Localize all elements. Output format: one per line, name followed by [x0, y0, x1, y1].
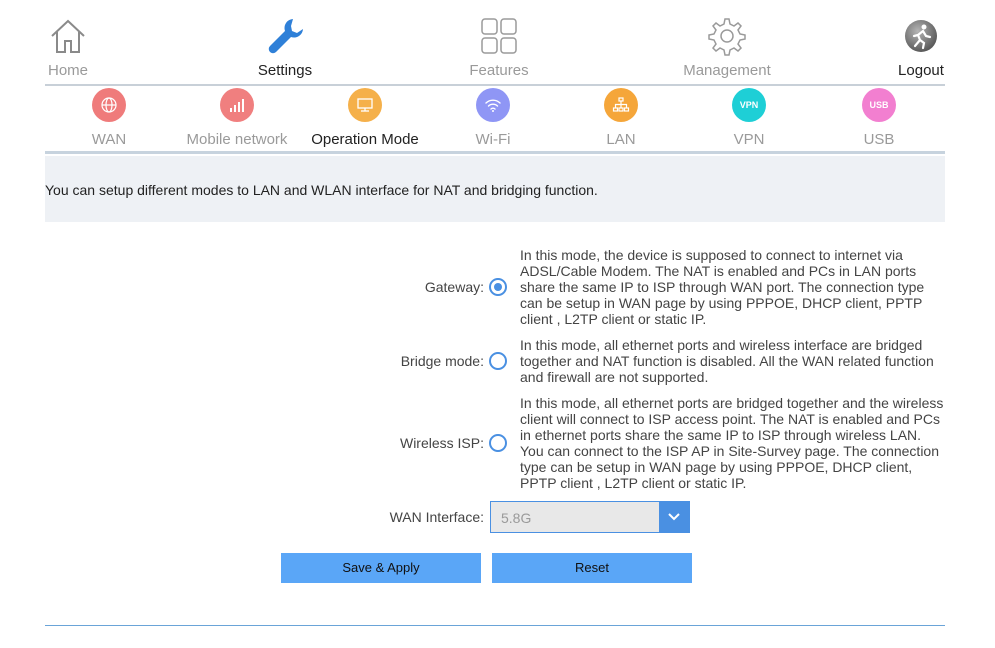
subnav-wifi[interactable]: Wi-Fi [429, 88, 557, 148]
subnav-mobile-label: Mobile network [186, 131, 288, 148]
wireless-isp-label: Wireless ISP: [399, 435, 484, 451]
wan-interface-select[interactable]: 5.8G [490, 501, 690, 533]
nav-settings-label: Settings [257, 62, 313, 79]
wan-interface-value: 5.8G [501, 510, 532, 526]
subnav-lan[interactable]: LAN [557, 88, 685, 148]
subnav-mobile-network[interactable]: Mobile network [173, 88, 301, 148]
subnav-wifi-label: Wi-Fi [475, 131, 511, 148]
top-nav: Home Settings Features Management Logout [45, 0, 945, 86]
subnav-wan-label: WAN [91, 131, 127, 148]
logout-icon [905, 20, 937, 52]
wan-interface-label: WAN Interface: [389, 509, 484, 525]
signal-bars-icon [220, 88, 254, 122]
save-apply-button[interactable]: Save & Apply [281, 553, 481, 583]
home-icon [51, 19, 85, 53]
gateway-label: Gateway: [424, 279, 484, 295]
bridge-mode-description: In this mode, all ethernet ports and wir… [520, 337, 934, 385]
subnav-operation-label: Operation Mode [311, 131, 419, 148]
wrench-icon [268, 19, 303, 54]
bridge-mode-radio[interactable] [489, 352, 507, 370]
description-banner: You can setup different modes to LAN and… [45, 156, 945, 222]
subnav-wan[interactable]: WAN [45, 88, 173, 148]
wireless-isp-description: In this mode, all ethernet ports are bri… [520, 395, 944, 491]
nav-logout-label: Logout [898, 62, 944, 79]
reset-button[interactable]: Reset [492, 553, 692, 583]
nav-home-label: Home [47, 62, 88, 79]
chevron-down-icon [659, 502, 689, 532]
subnav-operation-mode[interactable]: Operation Mode [301, 88, 429, 148]
subnav-usb[interactable]: USB USB [815, 88, 943, 148]
nav-home[interactable]: Home [45, 16, 91, 79]
nav-features[interactable]: Features [469, 16, 529, 79]
nav-management[interactable]: Management [682, 16, 772, 79]
footer-divider [45, 625, 945, 626]
subnav-lan-label: LAN [606, 131, 636, 148]
usb-icon: USB [862, 88, 896, 122]
grid-icon [481, 18, 517, 54]
subnav-vpn[interactable]: VPN VPN [685, 88, 813, 148]
bridge-mode-label: Bridge mode: [400, 353, 484, 369]
gear-icon [708, 18, 746, 56]
globe-icon [92, 88, 126, 122]
description-text: You can setup different modes to LAN and… [45, 182, 598, 198]
nav-logout[interactable]: Logout [896, 16, 946, 79]
vpn-icon: VPN [732, 88, 766, 122]
sub-nav: WAN Mobile network Operation Mode Wi-Fi … [45, 85, 945, 154]
subnav-usb-label: USB [863, 131, 895, 148]
gateway-radio[interactable] [489, 278, 507, 296]
subnav-vpn-label: VPN [733, 131, 765, 148]
network-tree-icon [604, 88, 638, 122]
wireless-isp-radio[interactable] [489, 434, 507, 452]
nav-features-label: Features [469, 62, 529, 79]
wifi-icon [476, 88, 510, 122]
nav-management-label: Management [683, 62, 771, 79]
nav-settings[interactable]: Settings [255, 16, 315, 79]
gateway-description: In this mode, the device is supposed to … [520, 247, 925, 327]
monitor-icon [348, 88, 382, 122]
